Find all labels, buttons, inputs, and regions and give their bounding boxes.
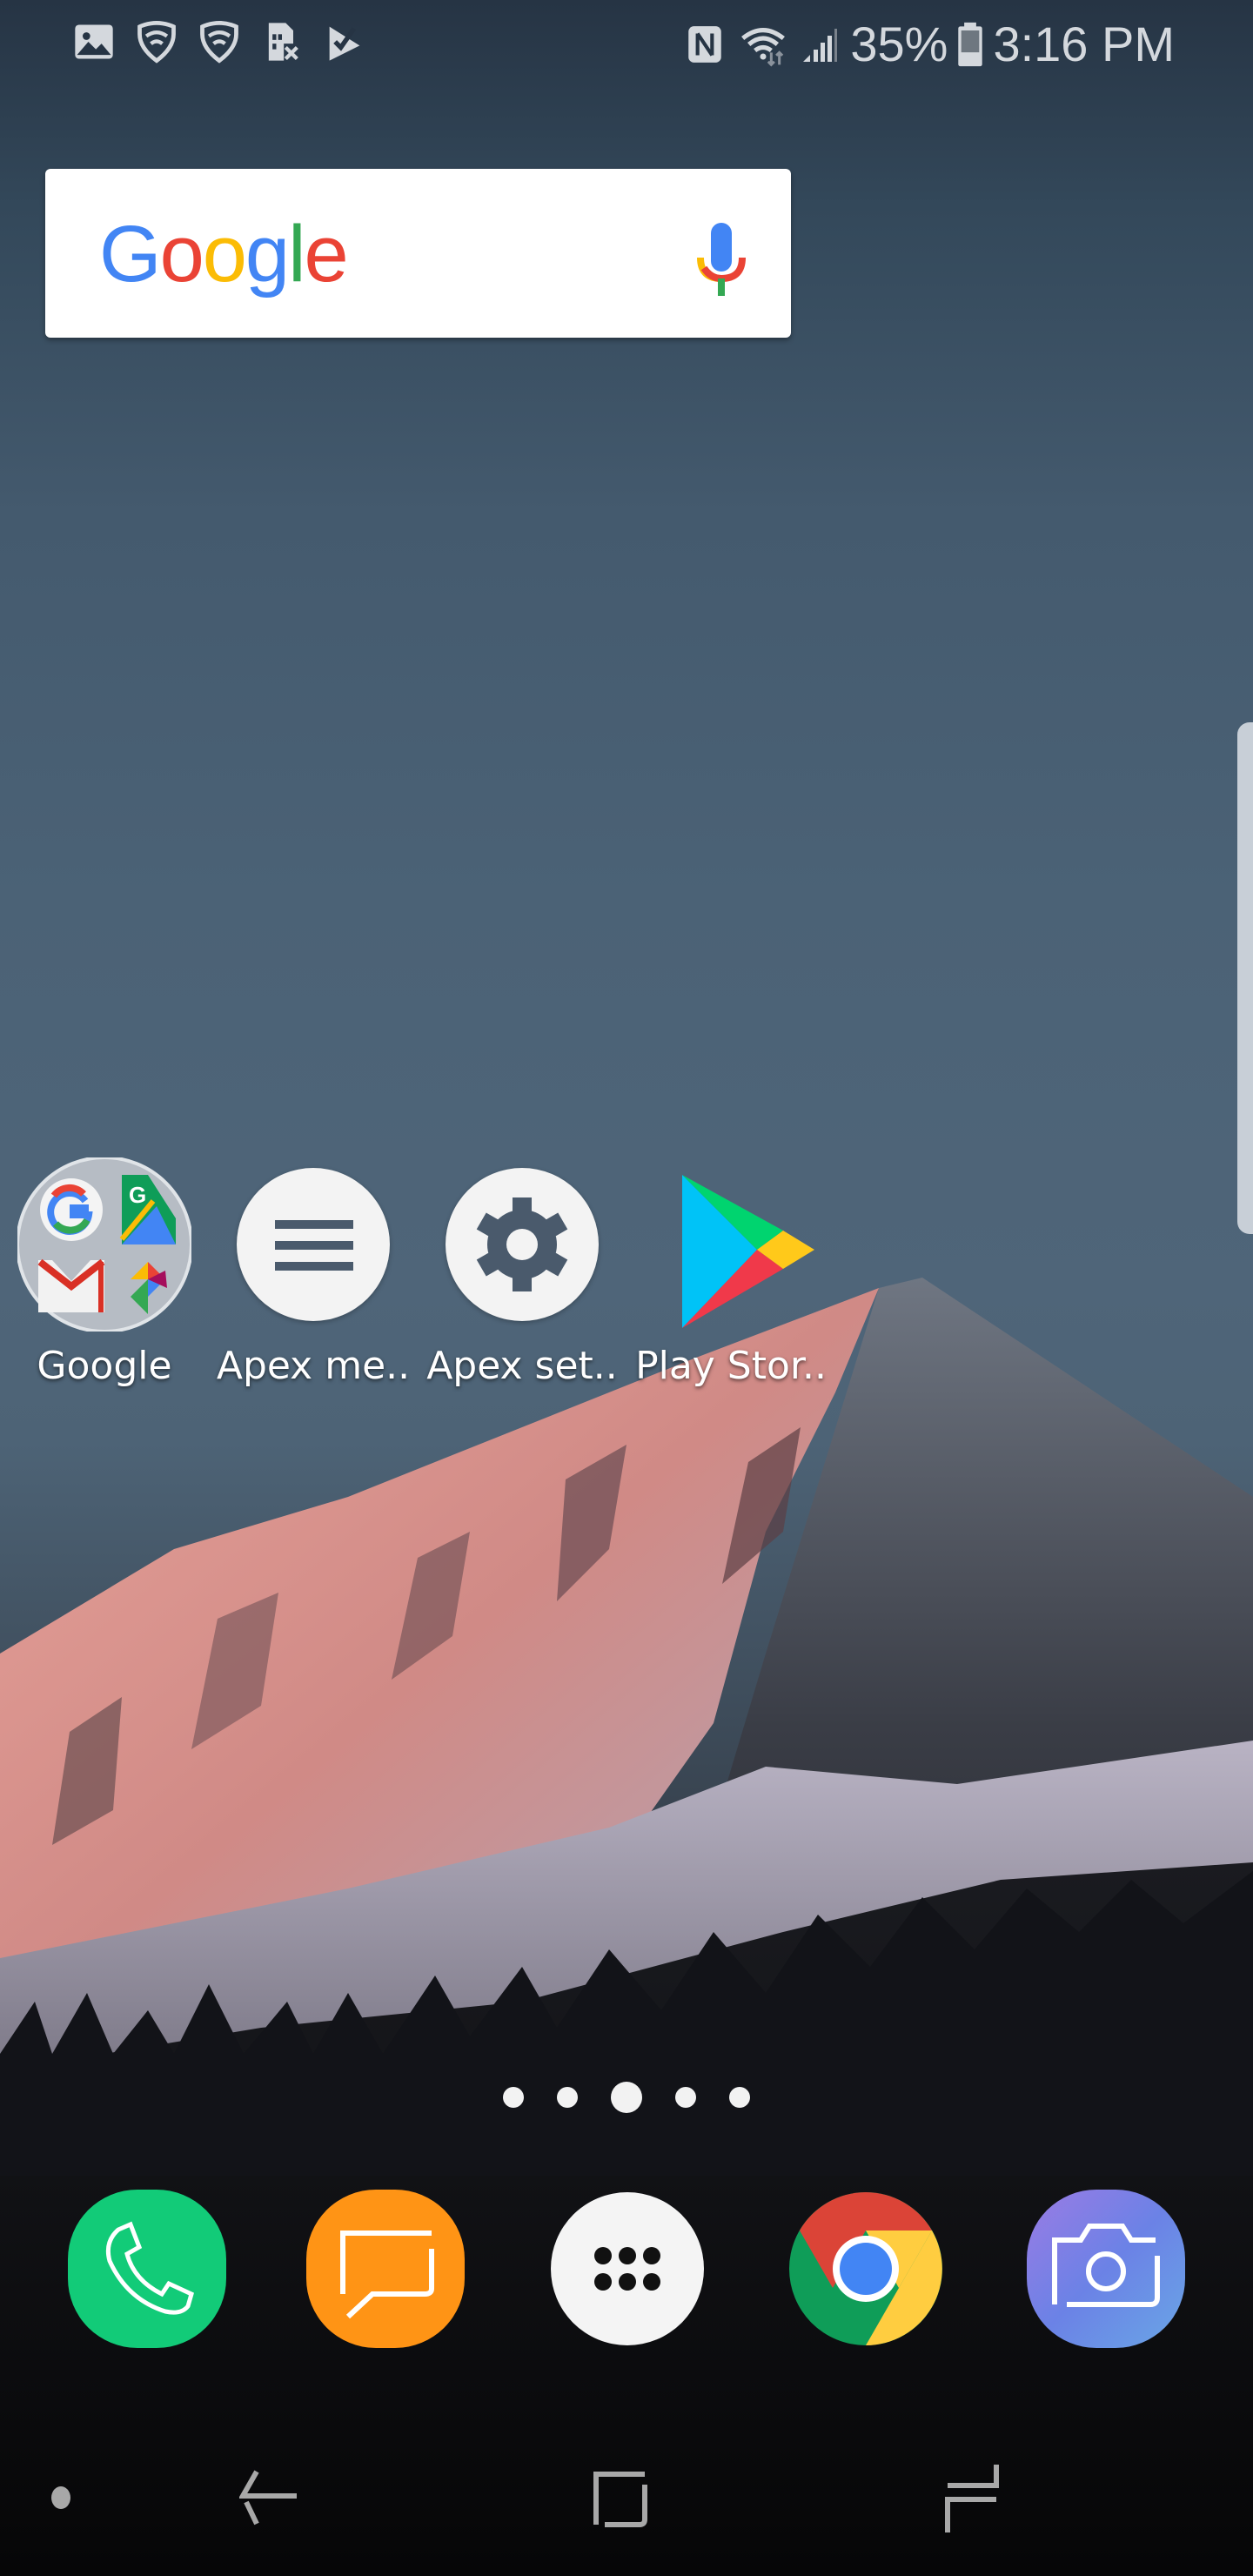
page-dot-active[interactable]: [611, 2082, 642, 2113]
dock-app-drawer[interactable]: [545, 2186, 710, 2351]
logo-letter: g: [245, 210, 290, 299]
signal-strength-icon: [803, 28, 838, 62]
dock-phone[interactable]: [64, 2186, 230, 2351]
page-dot[interactable]: [503, 2087, 524, 2108]
gear-icon: [476, 1197, 568, 1291]
battery-icon: [958, 22, 983, 66]
logo-letter: o: [202, 210, 247, 299]
svg-text:G: G: [129, 1182, 146, 1208]
app-label: Apex set..: [426, 1344, 618, 1388]
nav-recents-button[interactable]: [903, 2419, 1042, 2576]
logo-letter: l: [288, 210, 306, 299]
nav-back-button[interactable]: [200, 2419, 339, 2576]
recents-icon: [945, 2465, 999, 2532]
shield-wifi-icon: [137, 20, 176, 64]
camera-icon: [1027, 2190, 1185, 2348]
message-icon: [306, 2190, 465, 2348]
navigation-bar: [0, 2419, 1253, 2576]
back-icon: [239, 2470, 297, 2526]
app-label: Google: [37, 1344, 172, 1388]
app-label: Apex me..: [216, 1344, 411, 1388]
google-search-widget[interactable]: Google: [45, 169, 791, 338]
app-label: Play Stor..: [635, 1344, 827, 1388]
gallery-icon: [75, 24, 113, 59]
dock-messages[interactable]: [303, 2186, 468, 2351]
dot-icon: [51, 2486, 70, 2509]
system-status: 35% 3:16 PM: [683, 16, 1175, 72]
page-dot[interactable]: [675, 2087, 696, 2108]
logo-letter: e: [304, 210, 349, 299]
battery-percent: 35%: [850, 17, 948, 71]
checkmark-flag-icon: [329, 26, 360, 61]
app-apex-settings[interactable]: Apex set..: [418, 1157, 626, 1388]
page-indicator: [0, 2082, 1253, 2113]
app-apex-menu[interactable]: Apex me..: [209, 1157, 418, 1388]
app-drawer-icon: [551, 2192, 704, 2345]
app-play-store[interactable]: Play Stor..: [626, 1157, 835, 1388]
nav-home-button[interactable]: [552, 2419, 691, 2576]
play-store-icon: [682, 1175, 814, 1328]
google-logo: Google: [99, 209, 349, 300]
edge-panel-handle[interactable]: [1237, 722, 1253, 1234]
chrome-icon: [789, 2192, 942, 2345]
sim-card-error-icon: [268, 23, 298, 61]
status-bar: 35% 3:16 PM: [0, 0, 1253, 87]
dock-camera[interactable]: [1023, 2186, 1189, 2351]
logo-letter: o: [159, 210, 204, 299]
app-google-folder[interactable]: G Google: [0, 1156, 209, 1388]
google-folder-icon: G: [16, 1156, 193, 1333]
phone-icon: [68, 2190, 226, 2348]
page-dot[interactable]: [557, 2087, 578, 2108]
logo-letter: G: [99, 210, 162, 299]
clock: 3:16 PM: [993, 17, 1175, 71]
dock-chrome[interactable]: [783, 2186, 948, 2351]
nav-hide-button[interactable]: [0, 2419, 122, 2576]
shield-wifi-icon: [200, 20, 238, 64]
home-icon: [593, 2472, 647, 2527]
menu-icon: [275, 1220, 353, 1271]
mic-icon[interactable]: [694, 219, 749, 303]
notification-icons: [71, 19, 367, 64]
page-dot[interactable]: [729, 2087, 750, 2108]
wifi-data-icon: [741, 27, 786, 66]
nfc-icon: [688, 25, 722, 63]
